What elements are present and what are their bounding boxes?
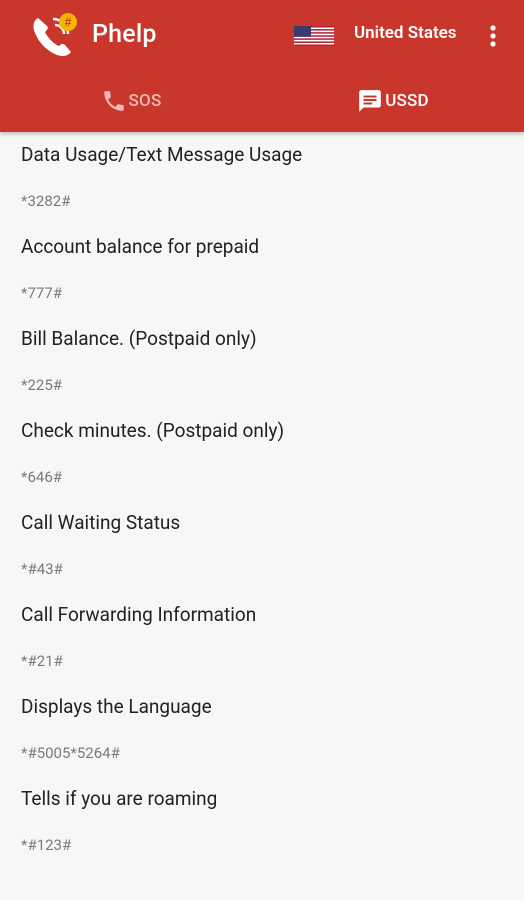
tab-sos-label: SOS	[128, 91, 162, 111]
code-value: *225#	[21, 376, 62, 394]
code-title: Account balance for prepaid	[21, 235, 260, 258]
code-title: Call Waiting Status	[21, 511, 181, 534]
message-icon	[359, 90, 382, 112]
code-value: *#43#	[21, 560, 63, 578]
ussd-code-list: Data Usage/Text Message Usage *3282# Acc…	[0, 132, 524, 868]
code-value: *646#	[21, 468, 62, 486]
phone-icon	[103, 91, 124, 111]
app-bar: # Phelp United States SOS USSD	[0, 0, 524, 132]
code-value: *777#	[21, 284, 62, 302]
code-title: Data Usage/Text Message Usage	[21, 143, 303, 166]
code-title: Check minutes. (Postpaid only)	[21, 419, 285, 442]
tab-ussd-label: USSD	[385, 91, 429, 111]
tab-ussd[interactable]: USSD	[262, 70, 524, 132]
top-bar: # Phelp United States	[0, 0, 524, 70]
code-title: Bill Balance. (Postpaid only)	[21, 327, 257, 350]
list-item[interactable]: Data Usage/Text Message Usage *3282#	[21, 132, 503, 224]
code-title: Displays the Language	[21, 695, 212, 718]
code-value: *#5005*5264#	[21, 744, 120, 762]
code-title: Tells if you are roaming	[21, 787, 218, 810]
us-flag-icon[interactable]	[294, 26, 334, 46]
country-selector[interactable]: United States	[354, 23, 457, 43]
list-item[interactable]: Account balance for prepaid *777#	[21, 224, 503, 316]
app-logo-icon: #	[33, 13, 77, 56]
list-item[interactable]: Check minutes. (Postpaid only) *646#	[21, 408, 503, 500]
list-item[interactable]: Call Forwarding Information *#21#	[21, 592, 503, 684]
code-value: *#123#	[21, 836, 72, 854]
tab-sos[interactable]: SOS	[0, 70, 262, 132]
svg-text:#: #	[65, 15, 72, 29]
app-title: Phelp	[92, 20, 157, 49]
list-item[interactable]: Call Waiting Status *#43#	[21, 500, 503, 592]
list-item[interactable]: Tells if you are roaming *#123#	[21, 776, 503, 868]
tab-bar: SOS USSD	[0, 70, 524, 132]
more-options-icon[interactable]	[482, 22, 504, 50]
code-title: Call Forwarding Information	[21, 603, 257, 626]
code-value: *3282#	[21, 192, 71, 210]
list-item[interactable]: Bill Balance. (Postpaid only) *225#	[21, 316, 503, 408]
list-item[interactable]: Displays the Language *#5005*5264#	[21, 684, 503, 776]
code-value: *#21#	[21, 652, 63, 670]
